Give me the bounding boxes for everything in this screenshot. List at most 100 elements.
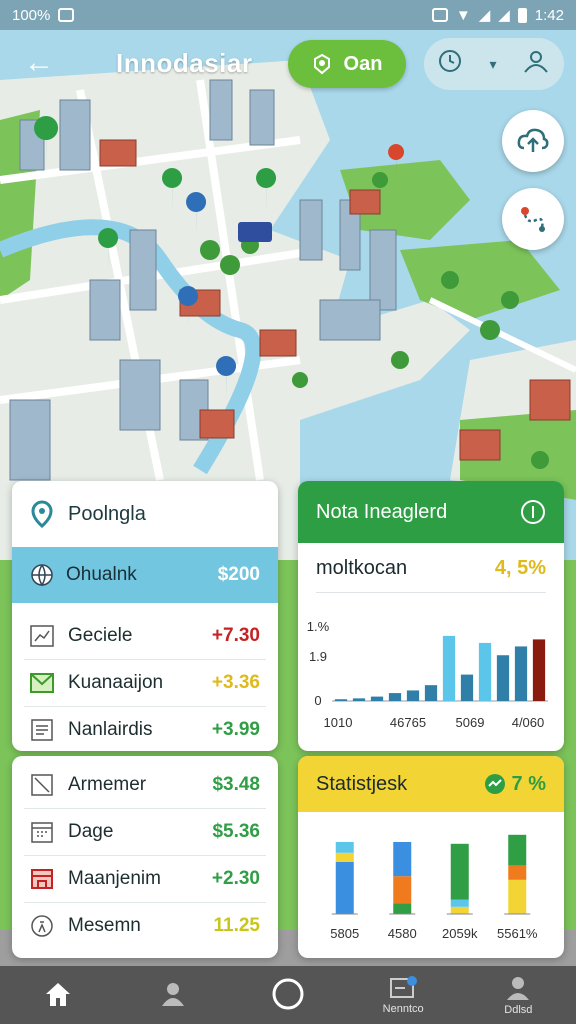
summary-card-header: Poolngla (12, 481, 278, 547)
bar-segment (335, 842, 354, 853)
x-tick-label: 5561% (497, 926, 538, 941)
navigate-button[interactable] (502, 110, 564, 172)
trend-badge: 4, 5% (494, 557, 546, 579)
bar-segment (508, 865, 527, 880)
location-pin-icon (31, 500, 53, 528)
top-actions: ▾ (424, 38, 564, 90)
highlight-label: Ohualnk (66, 564, 137, 585)
bar (532, 639, 546, 701)
bottom-nav: Nenntco Ddlsd (0, 966, 576, 1024)
ruler-icon (30, 773, 54, 797)
highlight-row[interactable]: Ohualnk $200 (12, 547, 278, 603)
history-icon[interactable] (436, 47, 464, 81)
statistics-card: Statistjesk 7 % 5805 4580 2059k 5561% (298, 756, 564, 958)
route-button[interactable] (502, 188, 564, 250)
list-item[interactable]: Maanjenim +2.30 (12, 856, 278, 902)
bar-chart[interactable]: 1.% 1.9 01010 46765 5069 4/060 (298, 601, 564, 751)
bar-segment (450, 899, 469, 907)
mail-icon (30, 671, 54, 695)
list-item[interactable]: Geciele +7.30 (12, 613, 278, 659)
document-icon (30, 718, 54, 742)
bar-segment (335, 861, 354, 914)
bar-segment (450, 843, 469, 900)
list-item-value: +3.36 (211, 672, 260, 693)
chart-icon (30, 624, 54, 648)
bar-segment (508, 834, 527, 866)
stacked-bar-chart[interactable]: 5805 4580 2059k 5561% (298, 812, 564, 958)
list-item-label: Kuanaaijon (68, 672, 164, 693)
battery-icon (517, 7, 527, 23)
nav-messages[interactable]: Nenntco (353, 966, 453, 1024)
trend-up-icon (484, 774, 505, 794)
trend-card: Nota Ineaglerd moltkocan 4, 5% 1.% 1.9 0 10… (298, 481, 564, 751)
x-tick-label: 46765 (390, 715, 426, 730)
chevron-down-icon[interactable]: ▾ (489, 56, 496, 73)
list-item[interactable]: Nanlairdis +3.99 (12, 707, 278, 751)
list-item-label: Nanlairdis (68, 719, 153, 740)
wifi-icon: ▼ (455, 6, 471, 24)
details-card: Armemer $3.48 Dage $5.36 Maanjenim +2.30… (12, 756, 278, 958)
nav-profile[interactable]: Ddlsd (468, 966, 568, 1024)
list-item[interactable]: Armemer $3.48 (12, 762, 278, 808)
list-item-label: Mesemn (68, 915, 141, 936)
bar (478, 642, 492, 701)
bar-segment (393, 842, 412, 877)
x-tick-label: 4580 (388, 926, 417, 941)
profile-icon (507, 977, 530, 1000)
bar-segment (393, 876, 412, 904)
open-button-label: Oan (343, 52, 383, 75)
circle-icon (272, 978, 304, 1010)
summary-card-title: Poolngla (68, 502, 146, 525)
info-icon[interactable] (520, 499, 546, 525)
bar (460, 674, 474, 701)
statistics-card-header: Statistjesk 7 % (298, 756, 564, 812)
bar (352, 698, 366, 701)
list-item-value: +3.99 (211, 719, 260, 740)
person-icon (161, 983, 184, 1006)
nav-person[interactable] (123, 966, 223, 1024)
list-item[interactable]: Mesemn 11.25 (12, 903, 278, 949)
nav-circle[interactable] (238, 966, 338, 1024)
bar-segment (393, 903, 412, 914)
globe-icon (31, 564, 53, 587)
nav-home[interactable] (8, 966, 108, 1024)
x-tick-label: 5069 (456, 715, 485, 730)
y-tick-label: 1.% (307, 619, 330, 634)
bar (388, 693, 402, 701)
bar-segment (335, 852, 354, 862)
bar-segment (450, 906, 469, 914)
route-icon (521, 207, 545, 232)
x-tick-label: 4/060 (512, 715, 545, 730)
open-button[interactable]: Oan (288, 40, 406, 88)
bar (406, 690, 420, 701)
list-item[interactable]: Kuanaaijon +3.36 (12, 660, 278, 706)
signal-icon-2: ◢ (498, 7, 510, 24)
list-item-label: Maanjenim (68, 868, 161, 889)
trend-card-subtitle: moltkocan (316, 557, 408, 579)
x-tick-label: 1010 (324, 715, 353, 730)
app-title: Innodasiar (116, 48, 253, 78)
back-arrow-icon[interactable]: ← (18, 44, 60, 84)
statistics-badge: 7 % (511, 772, 546, 795)
list-item-label: Dage (68, 821, 114, 842)
calendar-icon (30, 820, 54, 844)
group-icon[interactable] (521, 48, 551, 80)
x-tick-label: 2059k (442, 926, 478, 941)
list-item[interactable]: Dage $5.36 (12, 809, 278, 855)
statistics-card-title: Statistjesk (316, 772, 408, 795)
signal-icon: ◢ (478, 7, 491, 24)
x-tick-label: 5805 (330, 926, 359, 941)
nav-label: Ddlsd (504, 1004, 533, 1016)
bar (424, 685, 438, 701)
nav-label: Nenntco (382, 1003, 424, 1015)
trend-card-header: Nota Ineaglerd (298, 481, 564, 543)
bar (496, 655, 510, 701)
clock: 1:42 (534, 6, 564, 24)
message-icon (390, 976, 418, 998)
list-item-value: 11.25 (213, 915, 261, 936)
status-left-text: 100% (12, 6, 51, 24)
map-marker-icon (313, 53, 330, 75)
list-item-value: +2.30 (211, 868, 260, 889)
list-item-label: Armemer (68, 774, 147, 795)
summary-card: Poolngla Ohualnk $200 Geciele +7.30 Kuan… (12, 481, 278, 751)
